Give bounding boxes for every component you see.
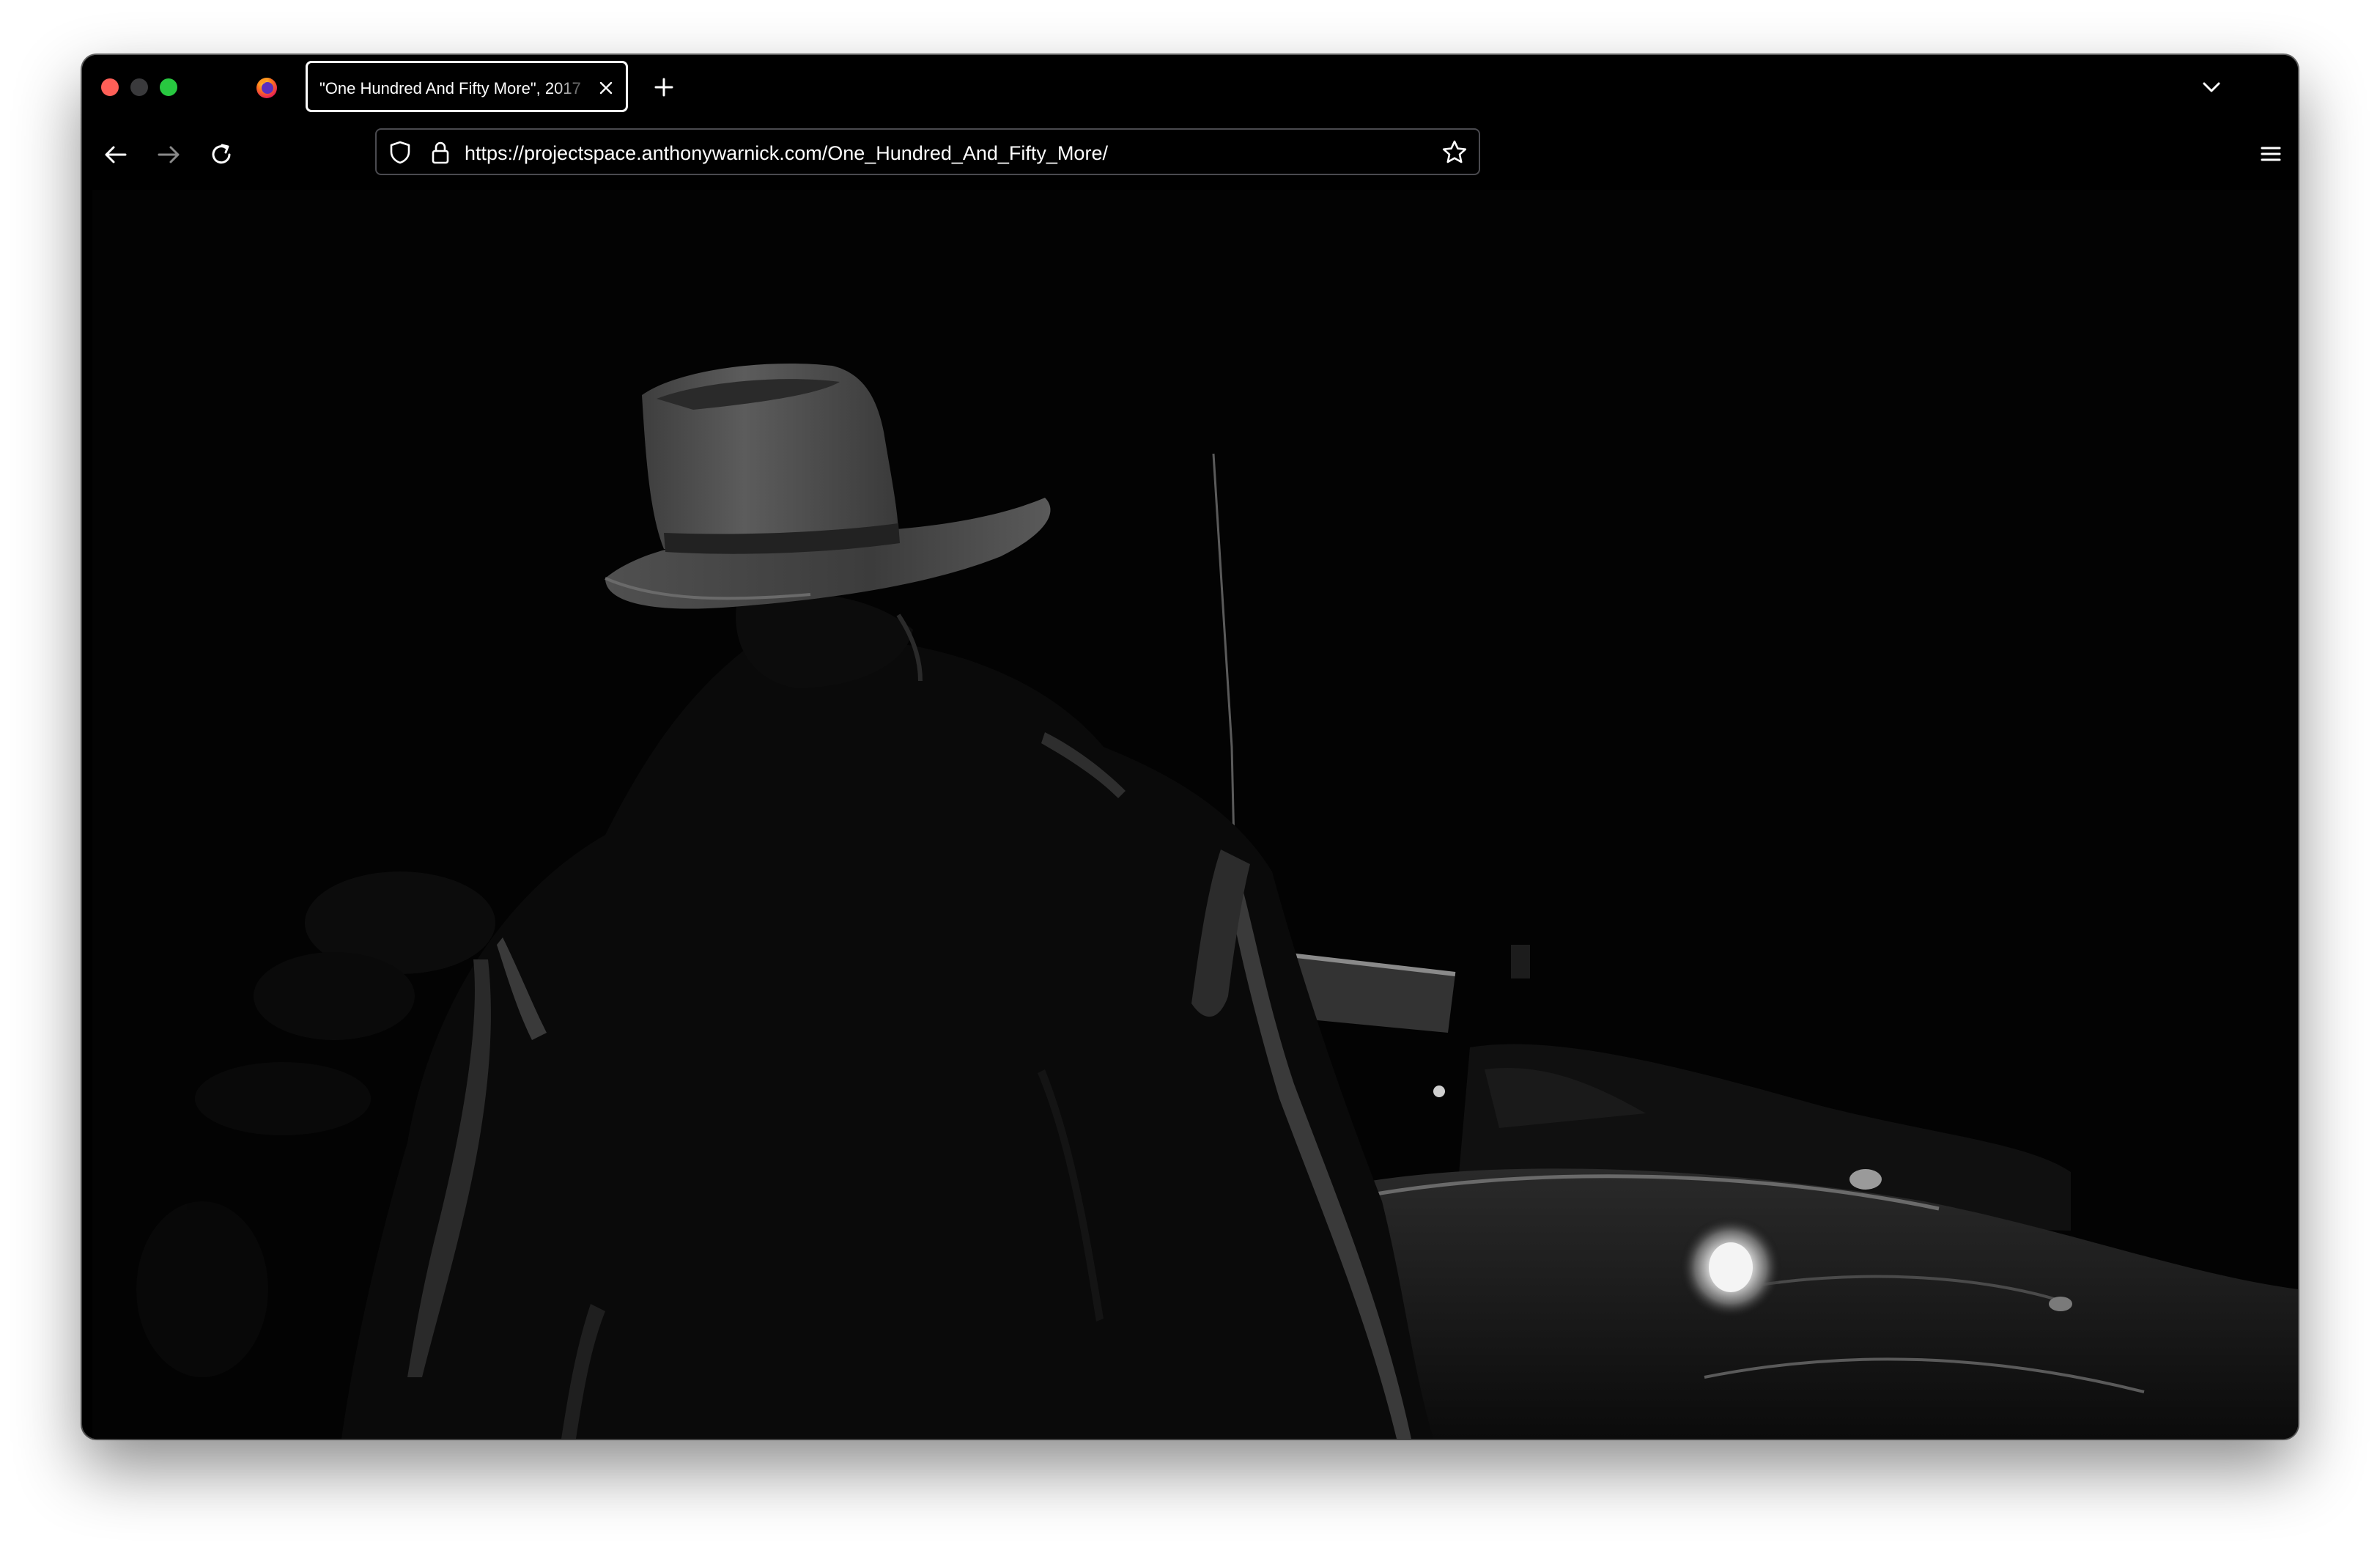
- close-icon[interactable]: [596, 78, 616, 97]
- url-bar[interactable]: https://projectspace.anthonywarnick.com/…: [375, 128, 1480, 175]
- browser-window: "One Hundred And Fifty More", 2017 https…: [82, 55, 2298, 1439]
- back-arrow-icon[interactable]: [101, 140, 130, 169]
- star-icon[interactable]: [1441, 139, 1468, 166]
- firefox-icon: [256, 78, 277, 98]
- active-tab[interactable]: "One Hundred And Fifty More", 2017: [306, 61, 628, 112]
- tab-title: "One Hundred And Fifty More", 2017: [319, 79, 581, 97]
- shield-icon[interactable]: [388, 140, 412, 165]
- navigation-toolbar: https://projectspace.anthonywarnick.com/…: [82, 119, 2298, 190]
- forward-arrow-icon[interactable]: [154, 140, 183, 169]
- plus-icon[interactable]: [651, 74, 677, 100]
- chevron-down-icon[interactable]: [2198, 74, 2225, 100]
- reload-icon[interactable]: [207, 140, 236, 169]
- url-text[interactable]: https://projectspace.anthonywarnick.com/…: [465, 140, 1108, 166]
- window-minimize-button[interactable]: [130, 78, 148, 96]
- lock-icon[interactable]: [429, 140, 451, 165]
- page-content: [92, 190, 2298, 1439]
- window-close-button[interactable]: [101, 78, 119, 96]
- window-zoom-button[interactable]: [160, 78, 177, 96]
- tab-strip: "One Hundred And Fifty More", 2017: [82, 55, 2298, 119]
- video-still[interactable]: [92, 190, 2298, 1439]
- hamburger-menu-icon[interactable]: [2258, 141, 2283, 166]
